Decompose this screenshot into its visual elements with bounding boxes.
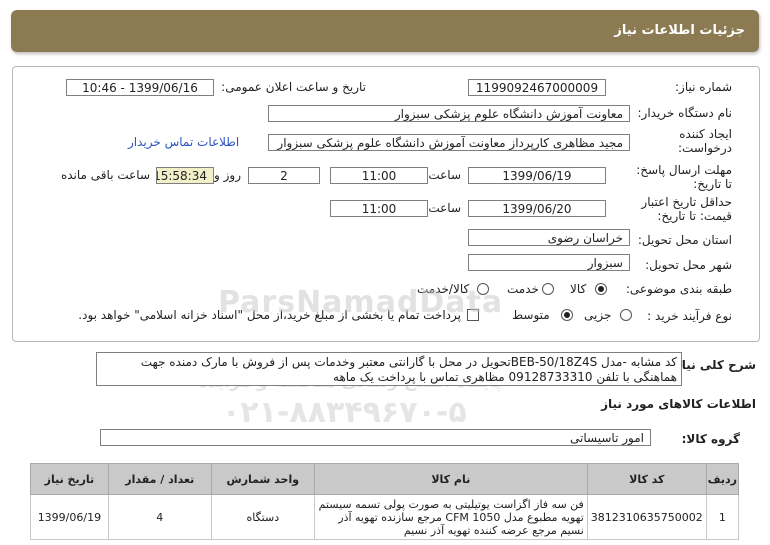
validity-label-2: قیمت: تا تاریخ: bbox=[657, 209, 732, 223]
creator-label-2: درخواست: bbox=[678, 141, 732, 155]
row-number: 1 bbox=[705, 494, 740, 540]
page-header: جزئیات اطلاعات نیاز bbox=[11, 10, 759, 52]
process-radio-medium[interactable] bbox=[561, 309, 573, 321]
item-name: فن سه فاز اگزاست یوتیلیتی به صورت پولی ت… bbox=[313, 494, 588, 540]
category-label: طبقه بندی موضوعی: bbox=[625, 282, 732, 296]
col-row: ردیف bbox=[705, 463, 740, 495]
item-code: 3812310635750002 bbox=[586, 494, 707, 540]
goods-table: ردیف کد کالا نام کالا واحد شمارش تعداد /… bbox=[30, 463, 740, 540]
goods-section-title: اطلاعات کالاهای مورد نیاز bbox=[601, 397, 756, 411]
item-date: 1399/06/19 bbox=[30, 494, 109, 540]
item-qty: 4 bbox=[107, 494, 212, 540]
province-label: استان محل تحویل: bbox=[637, 233, 732, 247]
goods-group-field: امور تاسیساتی bbox=[100, 429, 651, 446]
col-date: تاریخ نیاز bbox=[30, 463, 109, 495]
need-number-field: 1199092467000009 bbox=[468, 79, 606, 96]
announce-date-field: 1399/06/16 - 10:46 bbox=[66, 79, 214, 96]
buyer-org-field: معاونت آموزش دانشگاه علوم پزشکی سبزوار bbox=[268, 105, 630, 122]
description-text: کد مشابه -مدل BEB-50/18Z4Sتحویل در محل ب… bbox=[96, 352, 682, 386]
deadline-label-2: تا تاریخ: bbox=[693, 177, 732, 191]
creator-field: مجید مظاهری کارپرداز معاونت آموزش دانشگا… bbox=[268, 134, 630, 151]
validity-time-field: 11:00 bbox=[330, 200, 428, 217]
days-remaining-field: 2 bbox=[248, 167, 320, 184]
col-name: نام کالا bbox=[313, 463, 588, 495]
category-radio-goods[interactable] bbox=[595, 283, 607, 295]
announce-date-label: تاریخ و ساعت اعلان عمومی: bbox=[221, 80, 366, 94]
page-title: جزئیات اطلاعات نیاز bbox=[614, 23, 745, 38]
deadline-time-field: 11:00 bbox=[330, 167, 428, 184]
col-qty: تعداد / مقدار bbox=[107, 463, 212, 495]
validity-date-field: 1399/06/20 bbox=[468, 200, 606, 217]
category-option-service: خدمت bbox=[507, 282, 539, 296]
city-label: شهر محل تحویل: bbox=[645, 258, 732, 272]
remaining-time-field: 15:58:34 bbox=[156, 167, 214, 184]
province-field: خراسان رضوی bbox=[468, 229, 630, 246]
need-number-label: شماره نیاز: bbox=[675, 80, 732, 94]
deadline-label: مهلت ارسال پاسخ: bbox=[636, 163, 732, 177]
watermark-phone: ۰۲۱-۸۸۳۴۹۶۷۰-۵ bbox=[222, 395, 467, 430]
goods-group-label: گروه کالا: bbox=[681, 432, 740, 446]
deadline-time-label: ساعت bbox=[428, 168, 461, 182]
city-field: سبزوار bbox=[468, 254, 630, 271]
col-code: کد کالا bbox=[586, 463, 707, 495]
description-label: شرح کلی نیاز: bbox=[670, 358, 756, 372]
col-unit: واحد شمارش bbox=[210, 463, 315, 495]
process-option-minor: جزیی bbox=[584, 308, 612, 322]
category-option-goods: کالا bbox=[570, 282, 587, 296]
process-option-medium: متوسط bbox=[512, 308, 550, 322]
watermark-brand: ParsNamadData bbox=[218, 285, 504, 320]
creator-label: ایجاد کننده bbox=[679, 127, 732, 141]
validity-label: حداقل تاریخ اعتبار bbox=[641, 195, 732, 209]
process-type-label: نوع فرآیند خرید : bbox=[647, 309, 732, 323]
buyer-contact-link[interactable]: اطلاعات تماس خریدار bbox=[128, 135, 239, 149]
goods-table-header: ردیف کد کالا نام کالا واحد شمارش تعداد /… bbox=[30, 463, 740, 495]
validity-time-label: ساعت bbox=[428, 201, 461, 215]
category-radio-service[interactable] bbox=[542, 283, 554, 295]
deadline-date-field: 1399/06/19 bbox=[468, 167, 606, 184]
remaining-time-label: ساعت باقی مانده bbox=[60, 168, 150, 182]
item-unit: دستگاه bbox=[210, 494, 315, 540]
process-radio-minor[interactable] bbox=[620, 309, 632, 321]
buyer-org-label: نام دستگاه خریدار: bbox=[637, 106, 733, 120]
days-label: روز و bbox=[214, 168, 241, 182]
table-row: 1 3812310635750002 فن سه فاز اگزاست یوتی… bbox=[30, 494, 740, 540]
